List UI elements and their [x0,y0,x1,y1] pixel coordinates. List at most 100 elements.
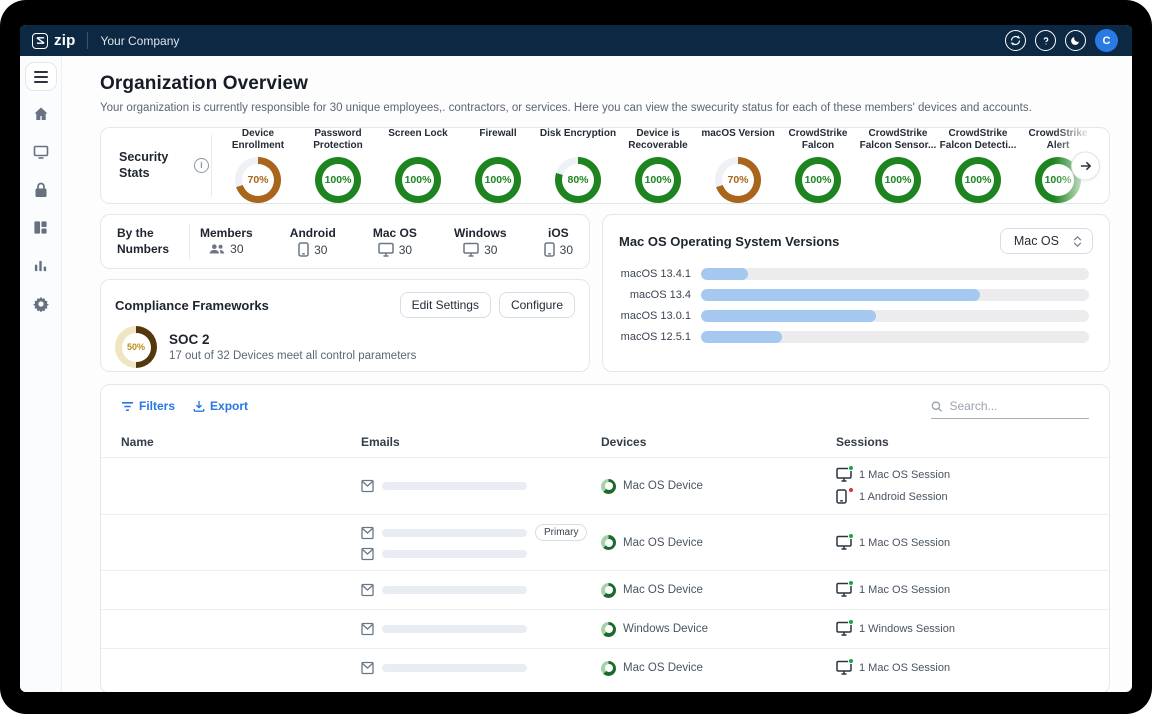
device-cell: Windows Device [601,622,836,637]
column-sessions: Sessions [836,435,1089,449]
people-icon [209,243,225,255]
stat-label: CrowdStrike Falcon Sensor... [858,128,938,152]
user-avatar[interactable]: C [1095,29,1118,52]
table-row[interactable]: Windows Device1 Windows Session [101,609,1109,648]
sidebar-item-security-icon[interactable] [32,181,49,198]
framework-name: SOC 2 [169,332,416,347]
session-label: 1 Mac OS Session [859,469,950,481]
filters-button[interactable]: Filters [121,399,175,413]
configure-button[interactable]: Configure [499,292,575,318]
sidebar-item-settings-icon[interactable] [32,295,49,312]
menu-toggle-button[interactable] [25,62,57,91]
security-stat: Device is Recoverable 100% [618,128,698,203]
top-navbar: zip Your Company C [20,25,1132,56]
stat-progress-value: 100% [405,174,432,186]
stat-progress-ring: 100% [395,157,441,203]
numbers-item-value: 30 [230,242,243,256]
numbers-item-mac-os: Mac OS30 [373,226,417,257]
stat-progress-value: 100% [965,174,992,186]
email-placeholder [382,529,527,537]
stat-progress-value: 100% [645,174,672,186]
numbers-item-ios: iOS 30 [544,226,573,257]
device-label: Mac OS Device [623,537,703,549]
stat-progress-value: 70% [727,174,748,186]
numbers-item-android: Android30 [290,226,336,257]
sidebar-item-reports-icon[interactable] [32,257,49,274]
numbers-item-value: 30 [560,243,573,257]
email-icon [361,661,374,675]
edit-settings-button[interactable]: Edit Settings [400,292,491,318]
stat-progress-value: 100% [325,174,352,186]
device-cell: Mac OS Device [601,535,836,550]
security-stat: CrowdStrike Falcon Sensor... 100% [858,128,938,203]
info-icon[interactable]: i [194,158,209,173]
session-item: 1 Windows Session [836,621,1089,637]
sidebar-item-dashboard-icon[interactable] [32,219,49,236]
divider [211,135,212,197]
bar-track [701,289,1089,301]
stat-label: Device is Recoverable [618,128,698,152]
scroll-right-button[interactable] [1071,151,1100,180]
desktop-icon [378,242,394,257]
sidebar-item-home-icon[interactable] [32,105,49,122]
session-item: 1 Mac OS Session [836,467,1089,483]
numbers-item-label: Members [200,226,253,240]
dark-mode-icon[interactable] [1065,30,1086,51]
stat-label: Password Protection [298,128,378,152]
compliance-title: Compliance Frameworks [115,298,269,313]
numbers-item-label: Android [290,226,336,240]
soc2-progress-value: 50% [127,342,145,352]
zip-logo[interactable]: zip [32,32,75,49]
status-dot [848,465,854,471]
stat-label: CrowdStrike Alert [1018,128,1095,152]
bar-track [701,331,1089,343]
security-stat: CrowdStrike Falcon Detecti...100% [938,128,1018,203]
stat-progress-ring: 80% [555,157,601,203]
table-row[interactable]: PrimaryMac OS Device1 Mac OS Session [101,514,1109,570]
os-select-dropdown[interactable]: Mac OS [1000,228,1093,254]
search-box[interactable] [931,399,1089,419]
stat-progress-value: 100% [805,174,832,186]
status-dot [848,487,854,493]
stat-progress-value: 100% [885,174,912,186]
stat-label: Device Enrollment [218,128,298,152]
numbers-item-value: 30 [399,243,412,257]
bar-row: macOS 13.0.1 [619,310,1093,322]
dropdown-chevrons-icon [1073,236,1082,247]
primary-badge: Primary [535,524,587,541]
phone-icon [544,242,555,257]
stat-progress-value: 80% [567,174,588,186]
status-dot [848,533,854,539]
sync-icon[interactable] [1005,30,1026,51]
search-input[interactable] [949,399,1089,413]
email-placeholder [382,664,527,672]
framework-detail: 17 out of 32 Devices meet all control pa… [169,350,416,362]
table-row[interactable]: Mac OS Device1 Mac OS Session [101,648,1109,687]
table-row[interactable]: Mac OS Device1 Mac OS Session [101,570,1109,609]
numbers-item-value: 30 [484,243,497,257]
table-row[interactable]: Mac OS Device1 Mac OS Session1 Android S… [101,457,1109,514]
security-stat: Disk Encryption 80% [538,128,618,203]
device-cell: Mac OS Device [601,479,836,494]
device-status-donut-icon [601,583,616,598]
stat-label: Disk Encryption [540,128,616,152]
logo-text: zip [54,32,75,49]
session-item: 1 Mac OS Session [836,660,1089,676]
numbers-item-label: iOS [548,226,569,240]
os-versions-title: Mac OS Operating System Versions [619,234,839,249]
desktop-session-icon [836,660,852,676]
bar-label: macOS 12.5.1 [619,331,701,343]
security-stat: macOS Version70% [698,128,778,203]
desktop-session-icon [836,467,852,483]
email-icon [361,479,374,493]
column-emails: Emails [361,435,601,449]
session-label: 1 Mac OS Session [859,584,950,596]
help-icon[interactable] [1035,30,1056,51]
divider [189,224,190,260]
sidebar-item-devices-icon[interactable] [32,143,49,160]
column-name: Name [121,435,361,449]
email-icon [361,583,374,597]
bar-fill [701,289,980,301]
email-icon [361,622,374,636]
export-button[interactable]: Export [193,399,248,413]
